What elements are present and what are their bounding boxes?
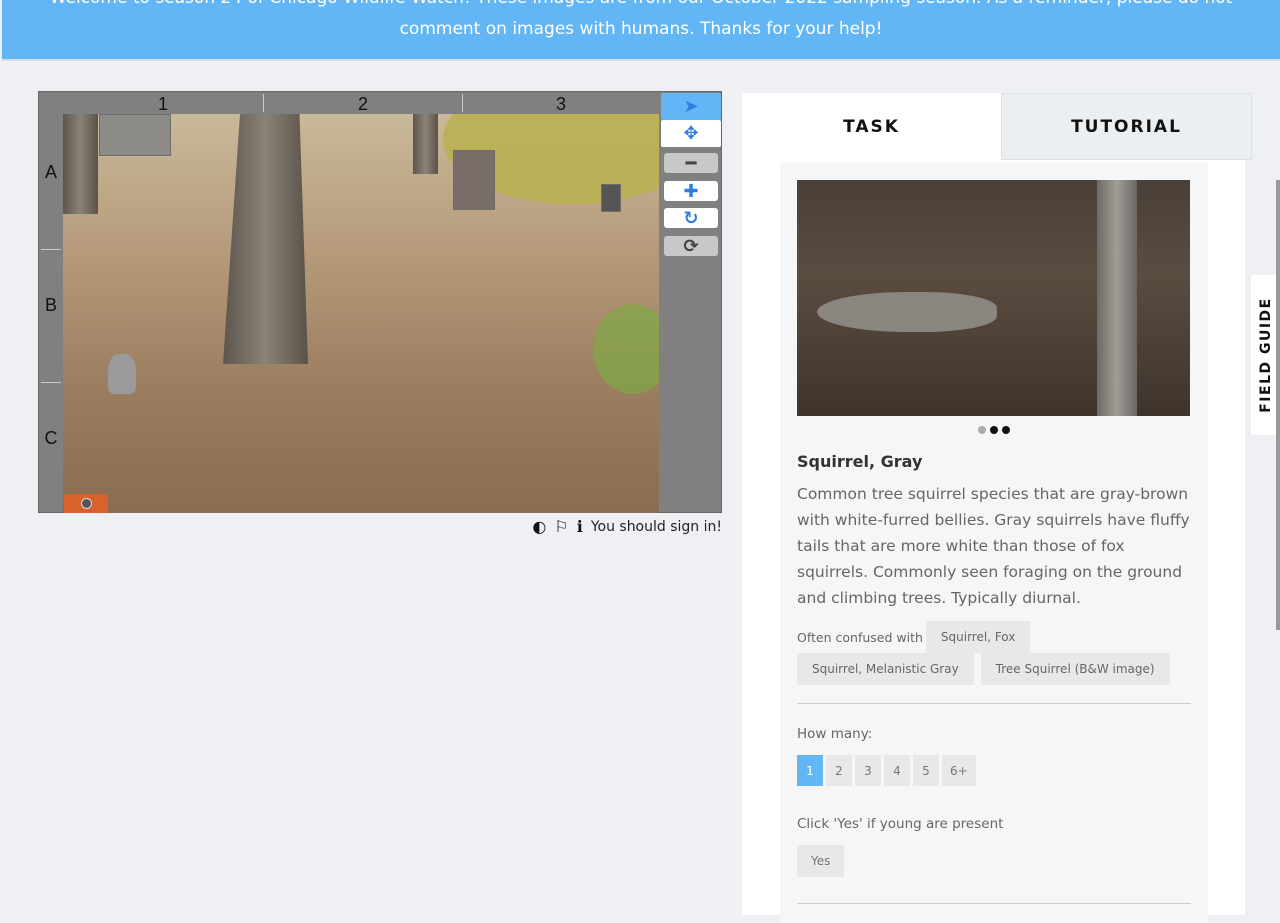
divider xyxy=(41,249,61,250)
page-scrollbar[interactable] xyxy=(1276,180,1280,630)
sign-in-prompt[interactable]: You should sign in! xyxy=(591,519,722,535)
tree-trunk xyxy=(413,114,438,174)
column-label: 3 xyxy=(555,94,566,114)
young-present-label: Click 'Yes' if young are present xyxy=(797,816,1004,832)
headstone xyxy=(601,184,621,212)
move-tool-button[interactable]: ✥ xyxy=(661,120,721,147)
count-option-4[interactable]: 4 xyxy=(884,755,910,786)
ground-plants xyxy=(593,304,659,394)
carousel-dot[interactable] xyxy=(978,426,986,434)
species-description: Common tree squirrel species that are gr… xyxy=(797,485,1190,607)
move-icon: ✥ xyxy=(683,123,699,144)
tree-trunk xyxy=(63,114,98,214)
headstone xyxy=(453,150,495,210)
headstone xyxy=(99,114,171,156)
carousel-dots xyxy=(797,426,1191,434)
subject-viewer: 1 2 3 A B C ➤ ✥ ━ ✚ ↻ ⟳ xyxy=(38,91,722,513)
refresh-icon: ⟳ xyxy=(683,235,699,257)
row-label: C xyxy=(44,428,58,448)
species-details: Squirrel, Gray Common tree squirrel spec… xyxy=(780,163,1208,923)
minus-icon: ━ xyxy=(685,152,697,174)
column-label: 1 xyxy=(157,94,168,114)
subject-actions: ◐ ⚐ ℹ You should sign in! xyxy=(512,517,722,536)
info-icon[interactable]: ℹ xyxy=(577,517,583,536)
pointer-icon: ➤ xyxy=(683,96,699,117)
contrast-icon[interactable]: ◐ xyxy=(532,517,546,536)
carousel-dot[interactable] xyxy=(1002,426,1010,434)
count-option-3[interactable]: 3 xyxy=(855,755,881,786)
row-label: B xyxy=(44,295,57,315)
row-label: A xyxy=(44,162,57,182)
tab-task[interactable]: TASK xyxy=(742,93,1001,160)
confused-with: Often confused with Squirrel, Fox Squirr… xyxy=(797,621,1191,685)
field-guide-label: FIELD GUIDE xyxy=(1257,297,1274,413)
tab-tutorial[interactable]: TUTORIAL xyxy=(1001,93,1252,160)
tree-trunk xyxy=(1097,180,1137,416)
confused-species-chip[interactable]: Squirrel, Fox xyxy=(925,621,1031,653)
reset-button[interactable]: ⟳ xyxy=(664,235,718,257)
banner-line-2: comment on images with humans. Thanks fo… xyxy=(399,19,883,39)
count-option-1[interactable]: 1 xyxy=(797,755,823,786)
confused-species-chip[interactable]: Squirrel, Melanistic Gray xyxy=(797,653,974,685)
subject-image[interactable] xyxy=(63,114,659,513)
zoom-in-button[interactable]: ✚ xyxy=(664,180,718,202)
tree-trunk xyxy=(223,114,308,364)
divider xyxy=(797,703,1191,704)
how-many-label: How many: xyxy=(797,726,873,742)
count-option-6plus[interactable]: 6+ xyxy=(942,755,976,786)
announcement-banner: Welcome to season 24 of Chicago Wildlife… xyxy=(2,0,1280,61)
divider xyxy=(797,903,1191,904)
young-yes-button[interactable]: Yes xyxy=(797,845,845,877)
example-image[interactable] xyxy=(797,180,1190,416)
plus-icon: ✚ xyxy=(683,180,699,202)
rotate-icon: ↻ xyxy=(683,207,699,229)
task-panel: TASK TUTORIAL Squirrel, Gray Common tree… xyxy=(742,93,1252,923)
divider xyxy=(41,382,61,383)
banner-line-1: Welcome to season 24 of Chicago Wildlife… xyxy=(2,0,1280,14)
species-name: Squirrel, Gray xyxy=(797,452,923,471)
carousel-dot[interactable] xyxy=(990,426,998,434)
rotate-button[interactable]: ↻ xyxy=(664,207,718,229)
metadata-badge[interactable] xyxy=(64,494,108,513)
count-option-2[interactable]: 2 xyxy=(826,755,852,786)
zoom-out-button[interactable]: ━ xyxy=(664,152,718,174)
count-options: 1 2 3 4 5 6+ xyxy=(797,755,1191,786)
squirrel xyxy=(108,354,136,394)
count-option-5[interactable]: 5 xyxy=(913,755,939,786)
pointer-tool-button[interactable]: ➤ xyxy=(661,93,721,120)
info-icon xyxy=(80,498,92,509)
confused-label: Often confused with xyxy=(797,629,923,645)
column-label: 2 xyxy=(357,94,368,114)
squirrel xyxy=(817,292,997,332)
flag-icon[interactable]: ⚐ xyxy=(554,517,568,536)
confused-species-chip[interactable]: Tree Squirrel (B&W image) xyxy=(980,653,1170,685)
